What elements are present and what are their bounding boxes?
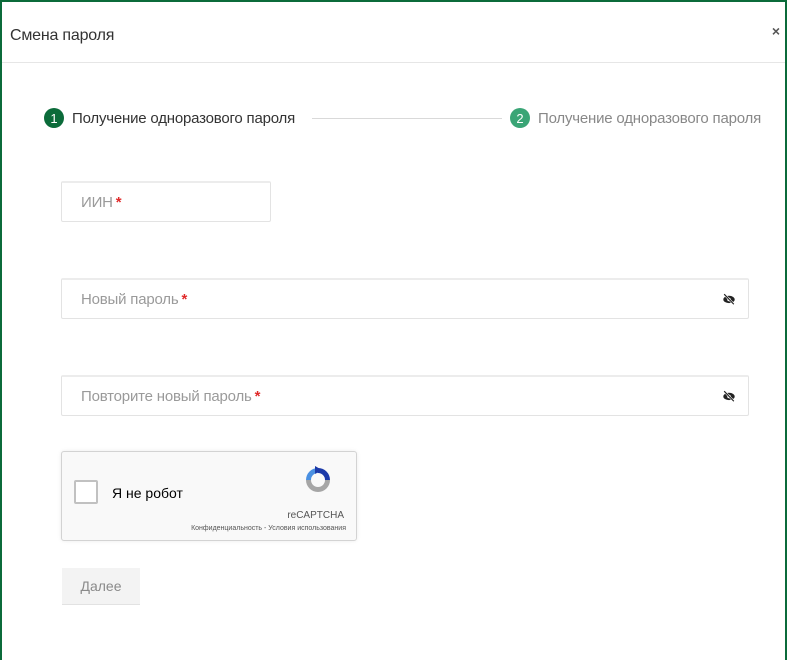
- step-2-number: 2: [510, 108, 530, 128]
- step-1-number: 1: [44, 108, 64, 128]
- repeat-password-label: Повторите новый пароль *: [81, 388, 261, 405]
- modal-title: Смена пароля: [10, 27, 115, 44]
- change-password-modal: Смена пароля × 1 Получение одноразового …: [0, 0, 787, 660]
- recaptcha-terms[interactable]: Конфиденциальность - Условия использован…: [191, 525, 346, 532]
- stepper: 1 Получение одноразового пароля 2 Получе…: [44, 108, 764, 130]
- recaptcha-checkbox[interactable]: [74, 480, 98, 504]
- step-1: 1 Получение одноразового пароля: [44, 108, 295, 128]
- iin-label: ИИН *: [81, 194, 122, 211]
- step-2: 2 Получение одноразового пароля: [510, 108, 761, 128]
- new-password-label: Новый пароль *: [81, 291, 188, 308]
- modal-header: Смена пароля ×: [2, 2, 785, 63]
- recaptcha-logo-icon: [306, 466, 330, 492]
- stepper-connector: [312, 118, 502, 119]
- new-password-field[interactable]: Новый пароль *: [61, 278, 749, 319]
- required-mark: *: [181, 291, 188, 308]
- recaptcha-brand: reCAPTCHA: [287, 510, 344, 521]
- required-mark: *: [254, 388, 261, 405]
- eye-slash-icon[interactable]: [722, 389, 736, 403]
- close-icon[interactable]: ×: [772, 24, 780, 38]
- iin-field[interactable]: ИИН *: [61, 181, 271, 222]
- step-2-label: Получение одноразового пароля: [538, 109, 762, 127]
- next-button[interactable]: Далее: [62, 568, 140, 605]
- eye-slash-icon[interactable]: [722, 292, 736, 306]
- required-mark: *: [115, 194, 122, 211]
- recaptcha-label: Я не робот: [112, 485, 183, 501]
- step-1-label: Получение одноразового пароля: [72, 109, 296, 127]
- repeat-password-field[interactable]: Повторите новый пароль *: [61, 375, 749, 416]
- recaptcha-widget: Я не робот reCAPTCHA Конфиденциальность …: [61, 451, 357, 541]
